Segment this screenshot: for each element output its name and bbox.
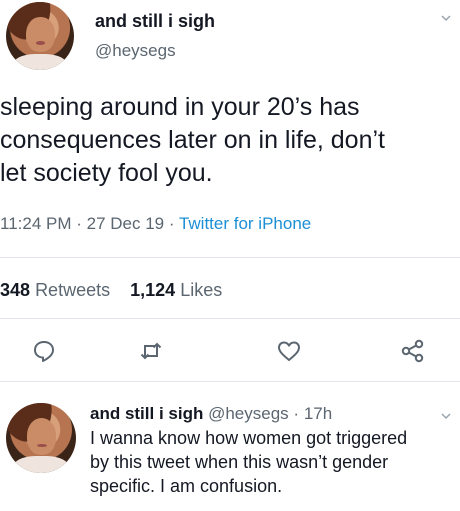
reply-icon[interactable] (31, 338, 57, 364)
tweet-meta: 11:24 PM · 27 Dec 19 · Twitter for iPhon… (0, 214, 311, 234)
retweets-stat[interactable]: 348 Retweets (0, 280, 110, 300)
retweets-label: Retweets (35, 280, 111, 300)
display-name[interactable]: and still i sigh (95, 11, 215, 32)
tweet-time: 11:24 PM (0, 214, 72, 233)
chevron-down-icon[interactable] (440, 12, 452, 24)
likes-count: 1,124 (130, 280, 176, 300)
likes-stat[interactable]: 1,124 Likes (130, 280, 222, 300)
user-handle[interactable]: @heysegs (95, 41, 176, 61)
reply-handle[interactable]: @heysegs (208, 404, 289, 423)
meta-separator: · (168, 214, 179, 233)
meta-separator: · (293, 404, 300, 423)
divider (0, 257, 460, 258)
tweet-source-link[interactable]: Twitter for iPhone (179, 214, 311, 233)
reply-text: I wanna know how women got triggered by … (90, 428, 408, 496)
tweet-stats: 348 Retweets 1,124 Likes (0, 280, 222, 301)
tweet-date: 27 Dec 19 (86, 214, 165, 233)
tweet-text: sleeping around in your 20’s has consequ… (0, 93, 385, 187)
retweet-icon[interactable] (138, 338, 164, 364)
avatar[interactable] (6, 2, 74, 70)
chevron-down-icon[interactable] (440, 410, 452, 422)
meta-separator: · (76, 214, 87, 233)
reply-display-name[interactable]: and still i sigh (90, 404, 203, 423)
avatar[interactable] (6, 403, 76, 473)
share-icon[interactable] (400, 338, 426, 364)
likes-label: Likes (180, 280, 223, 300)
divider (0, 318, 460, 319)
divider (0, 381, 460, 382)
like-icon[interactable] (276, 338, 302, 364)
reply-header: and still i sigh @heysegs · 17h (90, 404, 332, 424)
reply-age: 17h (303, 404, 333, 423)
retweets-count: 348 (0, 280, 31, 300)
